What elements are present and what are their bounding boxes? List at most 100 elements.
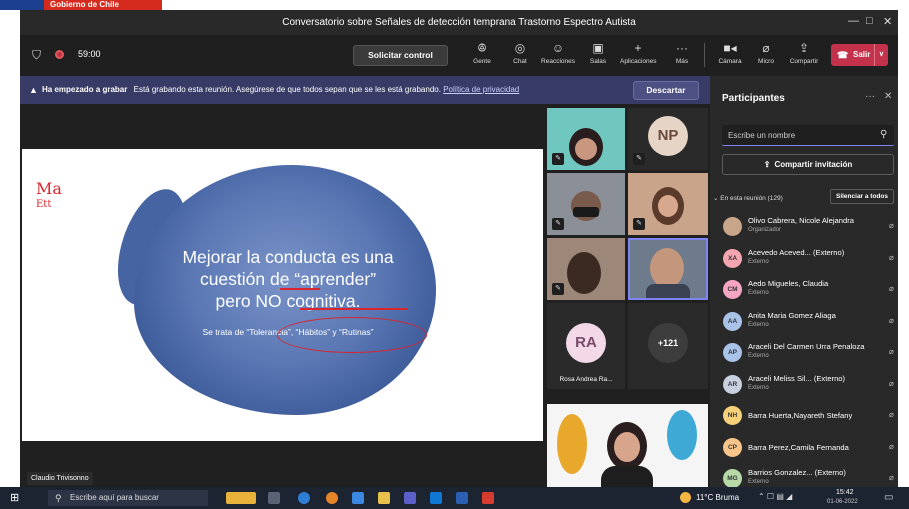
gobierno-banner: Gobierno de Chile bbox=[0, 0, 170, 10]
reactions-button[interactable]: ☺ Reacciones bbox=[540, 41, 576, 65]
leave-button[interactable]: ☎ Salir ∨ bbox=[831, 44, 888, 66]
privacy-link[interactable]: Política de privacidad bbox=[443, 85, 519, 94]
tray-icons[interactable]: ⌃ ☐ ▤ ◢ bbox=[758, 492, 792, 501]
share-invite-button[interactable]: ⇪ Compartir invitación bbox=[722, 154, 894, 175]
people-button[interactable]: ꔮ Gente bbox=[464, 41, 500, 65]
avatar: XA bbox=[723, 248, 742, 268]
clock-date[interactable]: 01-06-2022 bbox=[827, 499, 858, 505]
close-icon[interactable]: ✕ bbox=[883, 15, 892, 28]
taskbar-search-placeholder: Escribe aquí para buscar bbox=[70, 493, 159, 502]
ink-top: Ma bbox=[36, 179, 62, 198]
search-icon[interactable]: ⚲ bbox=[880, 129, 887, 140]
more-label: Más bbox=[675, 58, 689, 65]
participant-row[interactable]: AR Araceli Meliss Sil... (Externo) Externo… bbox=[713, 371, 895, 399]
participant-skin bbox=[658, 195, 678, 217]
close-panel-icon[interactable]: ✕ bbox=[884, 91, 892, 102]
warning-icon: ▲ bbox=[29, 85, 38, 95]
participant-row[interactable]: AP Araceli Del Carmen Urra Penaloza Extern… bbox=[713, 339, 895, 367]
participant-row[interactable]: Olivo Cabrera, Nicole Alejandra Organizad… bbox=[713, 213, 895, 241]
frame-right bbox=[898, 10, 909, 487]
participant-row[interactable]: AA Anita Maria Gomez Aliaga Externo ⌀ bbox=[713, 308, 895, 336]
toolbar-divider bbox=[704, 43, 705, 67]
banner-text: Está grabando esta reunión. Asegúrese de… bbox=[133, 85, 441, 94]
mic-off-icon: ⌀ bbox=[889, 473, 894, 482]
people-icon: ꔮ bbox=[477, 41, 487, 55]
avatar: MG bbox=[723, 469, 742, 487]
camera-button[interactable]: ■◂ Cámara bbox=[712, 41, 748, 65]
participant-name: Acevedo Aceved... (Externo) bbox=[748, 247, 845, 257]
video-tile-4[interactable]: ✎ bbox=[547, 238, 625, 300]
participant-row[interactable]: CP Barra Perez,Camila Fernanda ⌀ bbox=[713, 434, 895, 462]
banner-bold: Ha empezado a grabar bbox=[42, 85, 128, 94]
video-tile-1[interactable]: ✎ bbox=[547, 108, 625, 170]
meeting-toolbar: ⛉ 59:00 Solicitar control ꔮ Gente ◎ Chat… bbox=[20, 35, 898, 76]
video-tile-3[interactable]: ✎ bbox=[628, 173, 708, 235]
notification-icon[interactable]: ▭ bbox=[884, 492, 893, 503]
mic-off-icon: ⌀ bbox=[889, 221, 894, 230]
acrobat-icon[interactable] bbox=[482, 492, 494, 504]
dismiss-button[interactable]: Descartar bbox=[633, 81, 699, 100]
participant-row[interactable]: XA Acevedo Aceved... (Externo) Externo ⌀ bbox=[713, 245, 895, 273]
share-button[interactable]: ⇪ Compartir bbox=[786, 41, 822, 65]
mic-off-icon: ⌀ bbox=[762, 41, 770, 55]
minimize-icon[interactable]: — bbox=[848, 15, 859, 27]
chat-label: Chat bbox=[513, 58, 527, 65]
panel-title: Participantes bbox=[722, 93, 785, 104]
zoom-icon[interactable] bbox=[352, 492, 364, 504]
self-video-tile[interactable] bbox=[547, 404, 708, 487]
in-meeting-header[interactable]: ⌄ En esta reunión (129) bbox=[713, 194, 783, 202]
outlook-icon[interactable] bbox=[430, 492, 442, 504]
request-control-button[interactable]: Solicitar control bbox=[353, 45, 448, 66]
participant-row[interactable]: MG Barrios Gonzalez... (Externo) Externo ⌀ bbox=[713, 465, 895, 487]
avatar: NP bbox=[648, 116, 688, 156]
participant-row[interactable]: NH Barra Huerta,Nayareth Stefany ⌀ bbox=[713, 402, 895, 430]
taskbar-search-input[interactable]: ⚲ Escribe aquí para buscar bbox=[48, 490, 208, 506]
leave-label: Salir bbox=[853, 50, 871, 59]
mic-off-icon: ⌀ bbox=[889, 315, 894, 325]
more-participants-tile[interactable]: +121 bbox=[628, 303, 708, 389]
participant-role: Externo bbox=[748, 258, 769, 265]
search-input[interactable]: Escribe un nombre bbox=[722, 125, 894, 146]
decor-shape-1 bbox=[557, 414, 587, 474]
rooms-button[interactable]: ▣ Salas bbox=[580, 41, 616, 65]
decor-shape-2 bbox=[667, 410, 697, 460]
windows-start-icon[interactable]: ⊞ bbox=[10, 491, 19, 504]
pin-icon: ✎ bbox=[633, 218, 645, 230]
weather-icon bbox=[680, 492, 691, 503]
file-explorer-icon[interactable] bbox=[378, 492, 390, 504]
more-button[interactable]: ··· Más bbox=[664, 41, 700, 65]
recording-icon bbox=[55, 50, 64, 59]
mic-button[interactable]: ⌀ Micro bbox=[748, 41, 784, 65]
participant-name: Rosa Andrea Ra... bbox=[559, 376, 613, 383]
apps-label: Aplicaciones bbox=[620, 58, 657, 65]
weather-text[interactable]: 11°C Bruma bbox=[696, 493, 739, 502]
participant-row[interactable]: CM Aedo Migueles, Claudia Externo ⌀ bbox=[713, 276, 895, 304]
people-label: Gente bbox=[473, 58, 491, 65]
mic-off-icon: ⌀ bbox=[889, 347, 894, 356]
clock-time[interactable]: 15:42 bbox=[836, 489, 854, 496]
mute-all-button[interactable]: Silenciar a todos bbox=[830, 189, 894, 204]
firefox-icon[interactable] bbox=[326, 492, 338, 504]
pin-icon: ✎ bbox=[633, 153, 645, 165]
video-tile-ra[interactable]: RA Rosa Andrea Ra... bbox=[547, 303, 625, 389]
title-bar: Conversatorio sobre Señales de detección… bbox=[20, 10, 898, 35]
apps-button[interactable]: + Aplicaciones bbox=[620, 41, 657, 65]
mic-off-icon: ⌀ bbox=[889, 441, 894, 451]
reactions-icon: ☺ bbox=[551, 41, 565, 55]
video-tile-2[interactable]: ✎ bbox=[547, 173, 625, 235]
widget-icon[interactable] bbox=[226, 492, 256, 504]
ink-circle bbox=[277, 317, 427, 353]
slide-ink-annotation: Ma Ett bbox=[36, 181, 62, 213]
chevron-down-icon[interactable]: ∨ bbox=[873, 44, 884, 66]
screen: Gobierno de Chile Conversatorio sobre Se… bbox=[0, 0, 909, 509]
maximize-icon[interactable]: □ bbox=[866, 15, 873, 27]
edge-icon[interactable] bbox=[298, 492, 310, 504]
more-options-icon[interactable]: ··· bbox=[865, 91, 875, 102]
video-tile-speaker[interactable] bbox=[628, 238, 708, 300]
chat-button[interactable]: ◎ Chat bbox=[502, 41, 538, 65]
word-icon[interactable] bbox=[456, 492, 468, 504]
task-view-icon[interactable] bbox=[268, 492, 280, 504]
teams-icon[interactable] bbox=[404, 492, 416, 504]
participant-role: Externo bbox=[748, 290, 769, 296]
video-tile-np[interactable]: NP ✎ bbox=[628, 108, 708, 170]
